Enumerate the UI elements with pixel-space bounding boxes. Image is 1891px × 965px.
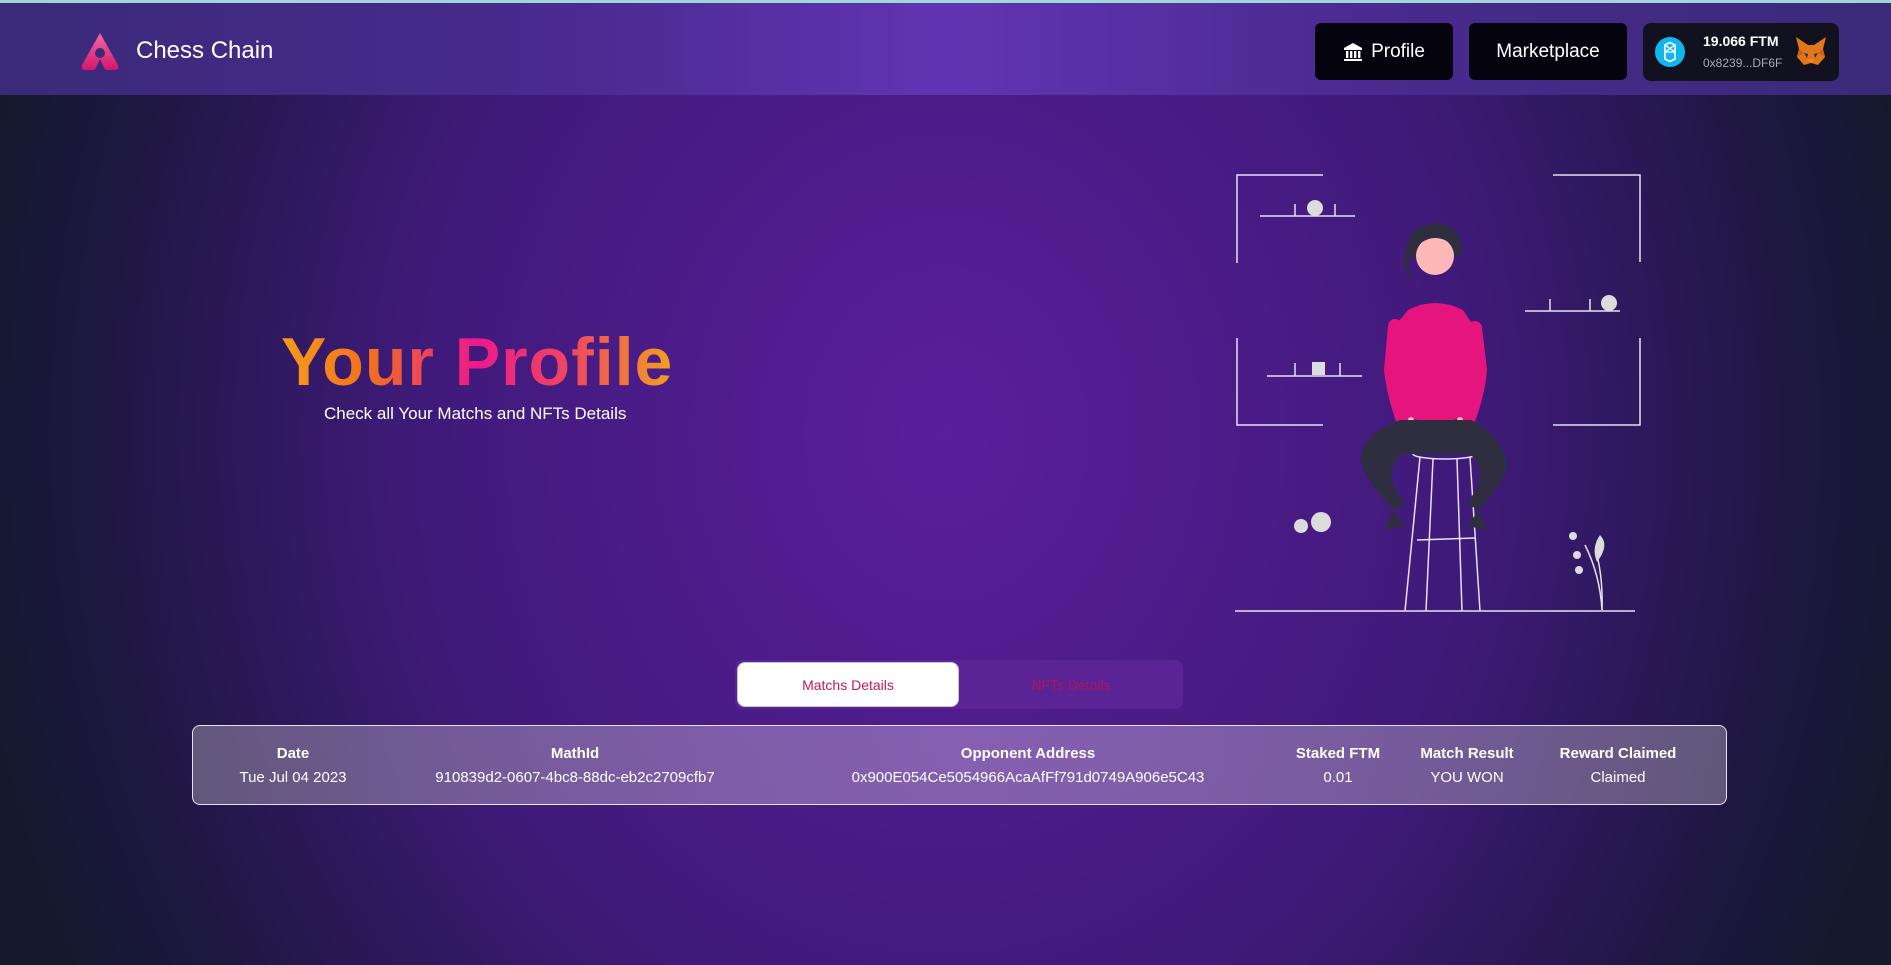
metamask-fox-icon bbox=[1796, 37, 1826, 65]
page-subtitle: Check all Your Matchs and NFTs Details bbox=[324, 404, 627, 423]
column-header-opponent-address: Opponent Address bbox=[960, 745, 1096, 762]
matches-table: Date MathId Opponent Address Staked FTM … bbox=[192, 725, 1727, 805]
column-header-match-id: MathId bbox=[550, 745, 600, 762]
tab-nfts-details[interactable]: NFTs Details bbox=[961, 662, 1181, 707]
profile-button-label: Profile bbox=[1371, 40, 1425, 62]
fantom-icon bbox=[1655, 37, 1685, 67]
woman-on-stool-illustration bbox=[1235, 174, 1641, 612]
marketplace-button[interactable]: Marketplace bbox=[1469, 23, 1627, 80]
column-header-reward-claimed: Reward Claimed bbox=[1559, 745, 1677, 762]
wallet-address: 0x8239...DF6F bbox=[1703, 56, 1783, 70]
column-header-date: Date bbox=[276, 745, 310, 762]
chess-chain-logo-icon bbox=[81, 33, 119, 70]
tab-matchs-details[interactable]: Matchs Details bbox=[737, 662, 959, 707]
cell-staked-ftm: 0.01 bbox=[1323, 769, 1353, 786]
navbar: Chess Chain Profile Marketplace 19.066 F… bbox=[0, 3, 1891, 95]
cell-match-id: 910839d2-0607-4bc8-88dc-eb2c2709cfb7 bbox=[435, 769, 715, 786]
bank-icon bbox=[1344, 42, 1363, 61]
brand-name: Chess Chain bbox=[136, 37, 274, 64]
details-tabs: Matchs Details NFTs Details bbox=[735, 660, 1183, 709]
page-title: Your Profile bbox=[281, 324, 674, 400]
wallet-balance: 19.066 FTM bbox=[1703, 33, 1779, 49]
column-header-match-result: Match Result bbox=[1420, 745, 1514, 762]
marketplace-button-label: Marketplace bbox=[1496, 40, 1600, 62]
brand[interactable]: Chess Chain bbox=[78, 31, 273, 71]
wallet-widget[interactable]: 19.066 FTM 0x8239...DF6F bbox=[1643, 23, 1839, 81]
column-header-staked-ftm: Staked FTM bbox=[1295, 745, 1381, 762]
cell-reward-claimed: Claimed bbox=[1590, 769, 1646, 786]
cell-match-result: YOU WON bbox=[1430, 769, 1504, 786]
cell-date: Tue Jul 04 2023 bbox=[239, 769, 347, 786]
profile-button[interactable]: Profile bbox=[1315, 23, 1453, 80]
cell-opponent-address: 0x900E054Ce5054966AcaAfFf791d0749A906e5C… bbox=[851, 769, 1205, 786]
